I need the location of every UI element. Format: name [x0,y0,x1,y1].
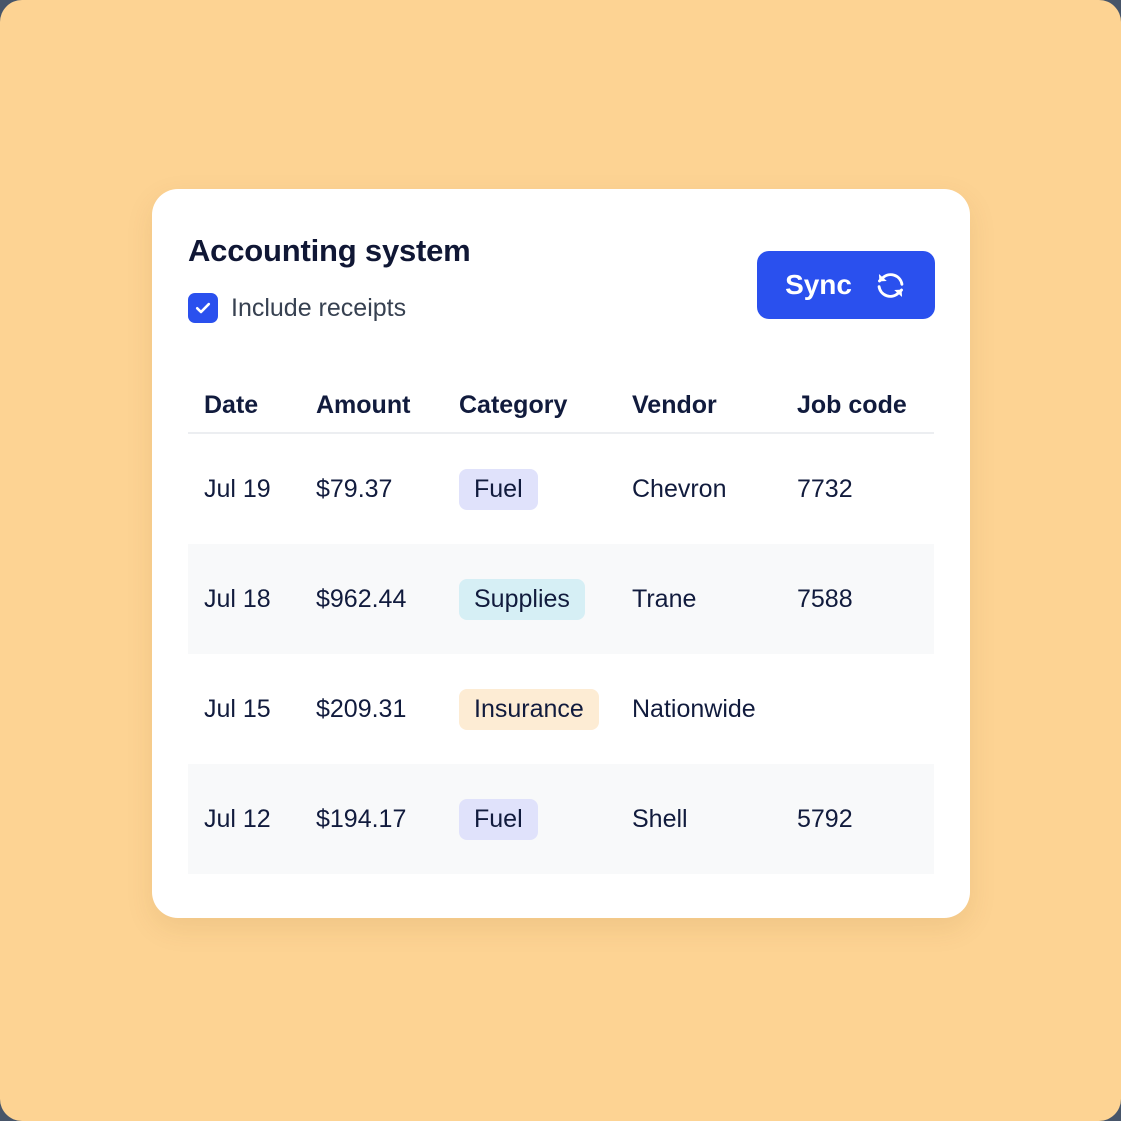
category-badge: Supplies [459,578,585,620]
transactions-table: Date Amount Category Vendor Job code Jul… [188,378,934,874]
cell-category: Insurance [459,688,632,730]
cell-category: Fuel [459,468,632,510]
cell-amount: $79.37 [316,474,393,503]
cell-date: Jul 15 [204,694,271,723]
column-header-category: Category [459,390,568,419]
table-row[interactable]: Jul 15 $209.31 Insurance Nationwide [188,654,934,764]
table-row[interactable]: Jul 18 $962.44 Supplies Trane 7588 [188,544,934,654]
page-background: Accounting system Include receipts Sync [0,0,1121,1121]
cell-vendor: Chevron [632,474,727,503]
column-header-vendor: Vendor [632,390,717,419]
cell-amount: $962.44 [316,584,407,613]
include-receipts-label: Include receipts [231,293,407,322]
table-row[interactable]: Jul 12 $194.17 Fuel Shell 5792 [188,764,934,874]
cell-vendor: Shell [632,804,688,833]
column-header-job-code: Job code [797,390,907,419]
cell-vendor: Nationwide [632,694,756,723]
category-badge: Fuel [459,468,538,510]
sync-button-label: Sync [785,269,852,300]
cell-amount: $194.17 [316,804,407,833]
cell-amount: $209.31 [316,694,407,723]
sync-refresh-icon [877,272,904,298]
cell-date: Jul 18 [204,584,271,613]
cell-vendor: Trane [632,584,697,613]
cell-category: Fuel [459,798,632,840]
cell-job-code: 7588 [797,584,853,613]
cell-job-code: 5792 [797,804,853,833]
checkmark-icon [195,302,211,314]
table-header-row: Date Amount Category Vendor Job code [188,378,934,434]
cell-date: Jul 19 [204,474,271,503]
column-header-date: Date [204,390,259,419]
table-body: Jul 19 $79.37 Fuel Chevron 7732 Jul 18 $962.44… [188,434,934,874]
cell-date: Jul 12 [204,804,271,833]
column-header-amount: Amount [316,390,411,419]
cell-job-code: 7732 [797,474,853,503]
table-row[interactable]: Jul 19 $79.37 Fuel Chevron 7732 [188,434,934,544]
category-badge: Fuel [459,798,538,840]
card-header: Accounting system Include receipts Sync [152,189,970,369]
include-receipts-row[interactable]: Include receipts [188,293,406,323]
include-receipts-checkbox[interactable] [188,293,218,323]
sync-button[interactable]: Sync [757,251,935,319]
category-badge: Insurance [459,688,599,730]
accounting-system-card: Accounting system Include receipts Sync [152,189,970,918]
cell-category: Supplies [459,578,632,620]
page-title: Accounting system [188,233,471,268]
